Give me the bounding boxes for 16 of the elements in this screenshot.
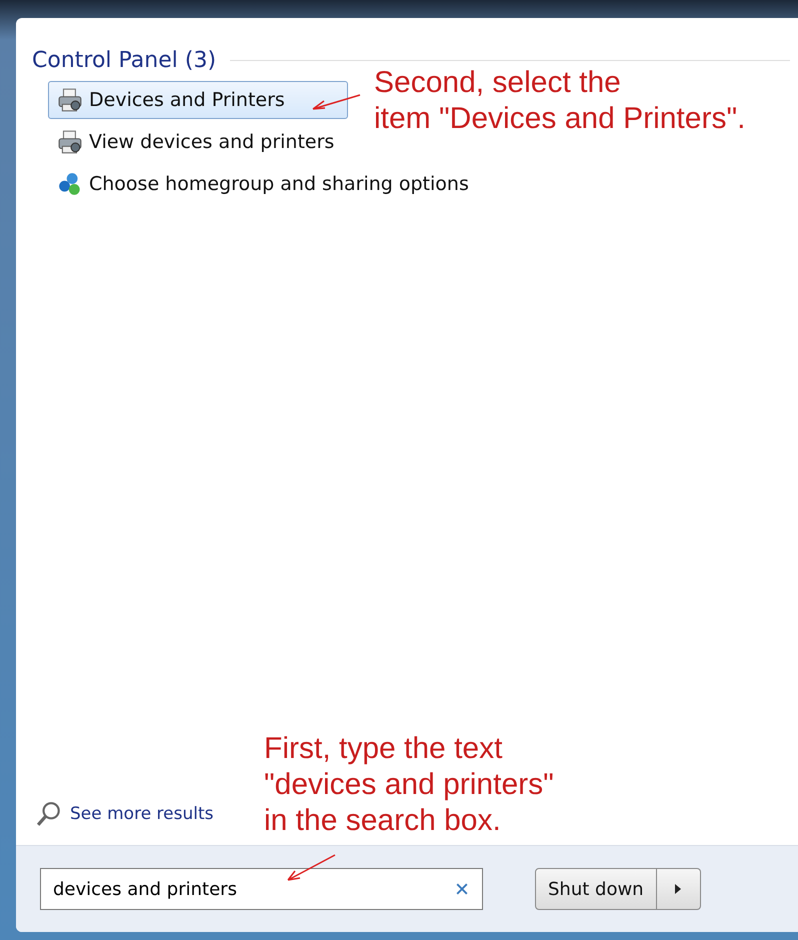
shut-down-options-button[interactable] [656,868,701,910]
result-item[interactable]: View devices and printers [48,123,376,161]
result-item[interactable]: Devices and Printers [48,81,348,119]
see-more-link[interactable]: See more results [36,801,214,827]
shut-down-button[interactable]: Shut down [535,868,657,910]
printer-icon [57,87,83,113]
printer-icon [57,129,83,155]
result-item[interactable]: Choose homegroup and sharing options [48,165,510,203]
search-field[interactable]: devices and printers [40,868,483,910]
annotation-text: Second, select the item "Devices and Printers". [374,65,746,137]
search-icon [36,801,62,827]
group-heading: Control Panel (3) [32,48,216,73]
annotation-text: First, type the text "devices and printers" in the search box. [264,731,554,839]
caret-icon [675,884,682,894]
arrow-drawing [285,853,337,883]
clear-icon[interactable] [456,883,468,895]
